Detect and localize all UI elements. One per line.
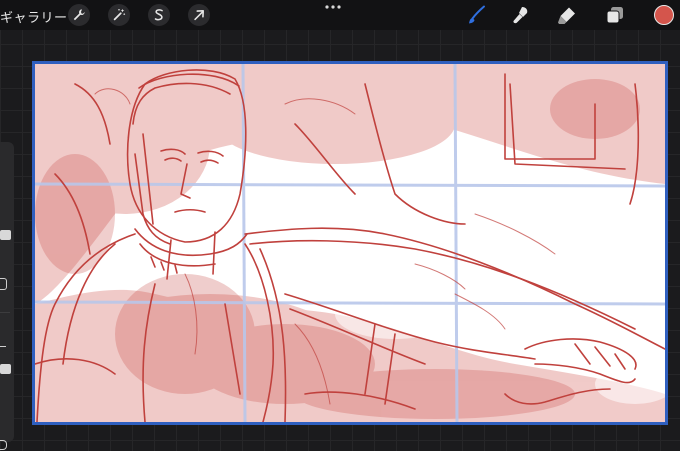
wrench-icon	[73, 9, 85, 21]
smudge-icon[interactable]	[510, 4, 532, 26]
actions-button[interactable]	[68, 4, 90, 26]
brush-icon[interactable]	[466, 4, 488, 26]
color-picker-swatch[interactable]	[654, 5, 674, 25]
left-sidebar	[0, 142, 14, 442]
undo-button[interactable]	[0, 440, 7, 450]
modify-button[interactable]	[0, 278, 7, 290]
sketch-artwork	[35, 64, 665, 422]
selection-icon	[154, 9, 163, 21]
selection-button[interactable]	[148, 4, 170, 26]
top-toolbar: ギャラリー	[0, 0, 680, 30]
brush-size-slider-handle[interactable]	[0, 230, 11, 240]
transform-button[interactable]	[188, 4, 210, 26]
drawing-canvas[interactable]	[32, 61, 668, 425]
transform-arrow-icon	[194, 10, 204, 21]
layers-icon[interactable]	[604, 4, 626, 26]
eraser-icon[interactable]	[556, 4, 578, 26]
gallery-button[interactable]: ギャラリー	[0, 7, 68, 26]
sidebar-tick	[0, 346, 6, 347]
sidebar-divider	[0, 312, 10, 313]
adjustments-button[interactable]	[108, 4, 130, 26]
opacity-slider-handle[interactable]	[0, 364, 11, 374]
magic-wand-icon	[113, 8, 126, 21]
more-options-icon[interactable]	[324, 3, 342, 11]
